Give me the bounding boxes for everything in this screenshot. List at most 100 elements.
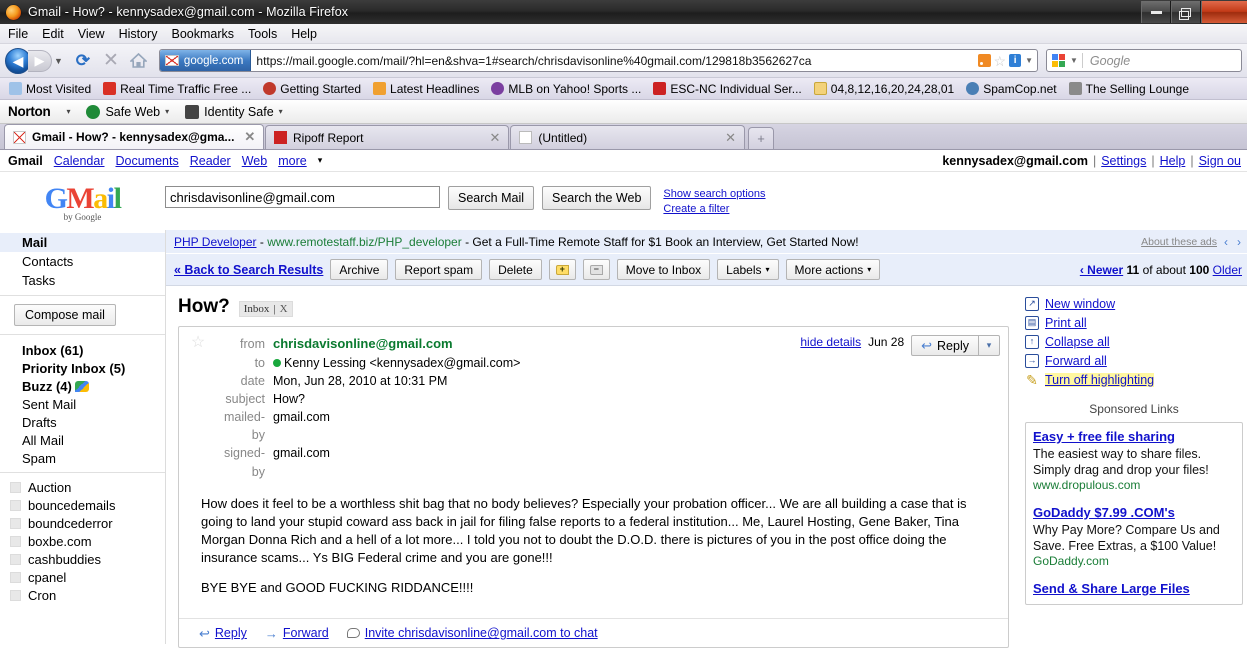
menu-tools[interactable]: Tools (248, 27, 277, 41)
ad-title-link[interactable]: PHP Developer (174, 235, 257, 249)
menu-edit[interactable]: Edit (42, 27, 64, 41)
close-button[interactable] (1201, 1, 1247, 23)
sidebar-label-bouncedemails[interactable]: bouncedemails (0, 496, 165, 514)
collapse-all-action[interactable]: ↑ Collapse all (1025, 332, 1243, 351)
menu-bookmarks[interactable]: Bookmarks (171, 27, 234, 41)
sidebar-item-mail[interactable]: Mail (0, 233, 165, 252)
restore-button[interactable] (1171, 1, 1201, 23)
sidebar-label-cashbuddies[interactable]: cashbuddies (0, 550, 165, 568)
tab-ripoff-report[interactable]: Ripoff Report ✕ (265, 125, 510, 149)
ad-url[interactable]: www.remotestaff.biz/PHP_developer (267, 235, 462, 249)
search-engine-chevron-icon[interactable]: ▼ (1070, 56, 1078, 65)
bookmark-most-visited[interactable]: Most Visited (5, 81, 95, 97)
norton-identity-safe-button[interactable]: Identity Safe ▾ (185, 104, 283, 119)
back-to-search-results-link[interactable]: « Back to Search Results (174, 263, 323, 277)
print-all-action[interactable]: ▤ Print all (1025, 313, 1243, 332)
create-filter-link[interactable]: Create a filter (663, 202, 765, 217)
more-actions-button[interactable]: More actions ▾ (785, 259, 881, 280)
site-identity-button[interactable]: google.com (159, 50, 252, 71)
older-link[interactable]: Older (1213, 263, 1242, 277)
newer-link[interactable]: ‹ Newer (1080, 263, 1123, 277)
menu-history[interactable]: History (119, 27, 158, 41)
sidebar-item-priority-inbox[interactable]: Priority Inbox (5) (0, 359, 165, 377)
sidebar-item-contacts[interactable]: Contacts (0, 252, 165, 271)
url-text[interactable]: https://mail.google.com/mail/?hl=en&shva… (251, 50, 973, 71)
move-to-inbox-button[interactable]: Move to Inbox (616, 259, 711, 280)
compose-mail-button[interactable]: Compose mail (14, 304, 116, 326)
ad-title[interactable]: Send & Share Large Files (1033, 581, 1235, 598)
sidebar-item-drafts[interactable]: Drafts (0, 413, 165, 431)
footer-invite-to-chat[interactable]: Invite chrisdavisonline@gmail.com to cha… (346, 626, 598, 640)
norton-chevron-icon[interactable]: ▾ (66, 107, 70, 116)
sidebar-item-buzz[interactable]: Buzz (4) (0, 377, 165, 395)
link-documents[interactable]: Documents (115, 154, 178, 168)
stop-button[interactable]: ✕ (99, 49, 123, 73)
bookmark-mlb-yahoo[interactable]: MLB on Yahoo! Sports ... (487, 81, 645, 97)
new-tab-button[interactable]: + (747, 127, 774, 149)
sidebar-item-spam[interactable]: Spam (0, 449, 165, 467)
forward-all-action[interactable]: → Forward all (1025, 351, 1243, 370)
add-label-button[interactable]: + (548, 259, 576, 280)
search-bar[interactable]: ▼ Google (1046, 49, 1242, 72)
sidebar-label-cron[interactable]: Cron (0, 586, 165, 604)
menu-view[interactable]: View (78, 27, 105, 41)
link-web[interactable]: Web (242, 154, 267, 168)
archive-button[interactable]: Archive (330, 259, 389, 280)
bookmark-getting-started[interactable]: Getting Started (259, 81, 365, 97)
about-these-ads-link[interactable]: About these ads (1141, 236, 1217, 248)
bookmark-star-icon[interactable]: ☆ (994, 54, 1007, 68)
menu-file[interactable]: File (8, 27, 28, 41)
more-chevron-icon[interactable]: ▾ (318, 155, 323, 166)
sidebar-item-tasks[interactable]: Tasks (0, 271, 165, 290)
gmail-logo[interactable]: GMail by Google (0, 180, 165, 223)
sidebar-label-boxbe[interactable]: boxbe.com (0, 532, 165, 550)
bookmark-spamcop[interactable]: SpamCop.net (962, 81, 1060, 97)
link-help[interactable]: Help (1160, 154, 1186, 168)
delete-button[interactable]: Delete (489, 259, 542, 280)
footer-reply-button[interactable]: ↩ Reply (199, 626, 247, 640)
chevron-down-icon[interactable]: ▼ (1025, 56, 1033, 65)
bookmark-selling-lounge[interactable]: The Selling Lounge (1065, 81, 1193, 97)
sidebar-item-sent-mail[interactable]: Sent Mail (0, 395, 165, 413)
history-dropdown-icon[interactable]: ▼ (54, 56, 63, 66)
hide-details-link[interactable]: hide details (800, 335, 861, 349)
info-icon[interactable]: i (1009, 54, 1022, 67)
home-button[interactable] (127, 49, 151, 73)
ad-next-icon[interactable]: › (1235, 235, 1243, 249)
ad-title[interactable]: Easy + free file sharing (1033, 429, 1235, 446)
search-mail-button[interactable]: Search Mail (448, 186, 534, 210)
search-input[interactable] (165, 186, 440, 208)
search-web-button[interactable]: Search the Web (542, 186, 652, 210)
link-calendar[interactable]: Calendar (54, 154, 105, 168)
link-more[interactable]: more (278, 154, 306, 168)
ad-title[interactable]: GoDaddy $7.99 .COM's (1033, 505, 1235, 522)
reply-dropdown-button[interactable]: ▾ (979, 335, 1000, 356)
report-spam-button[interactable]: Report spam (395, 259, 483, 280)
star-icon[interactable]: ☆ (185, 335, 211, 481)
sidebar-item-all-mail[interactable]: All Mail (0, 431, 165, 449)
link-reader[interactable]: Reader (190, 154, 231, 168)
footer-forward-button[interactable]: → Forward (265, 626, 329, 640)
tab-untitled[interactable]: (Untitled) ✕ (510, 125, 745, 149)
browser-search-input[interactable]: Google (1083, 54, 1241, 68)
link-settings[interactable]: Settings (1101, 154, 1146, 168)
chevron-down-icon[interactable]: ▾ (279, 107, 283, 116)
sponsored-ad[interactable]: Send & Share Large Files (1033, 581, 1235, 598)
sponsored-ad[interactable]: GoDaddy $7.99 .COM's Why Pay More? Compa… (1033, 505, 1235, 570)
reply-button[interactable]: ↩ Reply (911, 335, 979, 356)
show-search-options-link[interactable]: Show search options (663, 187, 765, 202)
url-bar[interactable]: google.com https://mail.google.com/mail/… (158, 49, 1038, 72)
turn-off-highlighting-action[interactable]: ✎ Turn off highlighting (1025, 370, 1243, 389)
chevron-down-icon[interactable]: ▾ (165, 107, 169, 116)
new-window-action[interactable]: ↗ New window (1025, 294, 1243, 313)
remove-label-button[interactable]: − (582, 259, 610, 280)
rss-feed-icon[interactable] (977, 54, 991, 67)
tab-close-icon[interactable]: ✕ (244, 129, 255, 145)
menu-help[interactable]: Help (291, 27, 317, 41)
sponsored-ad[interactable]: Easy + free file sharing The easiest way… (1033, 429, 1235, 494)
ad-prev-icon[interactable]: ‹ (1222, 235, 1230, 249)
sidebar-item-inbox[interactable]: Inbox (61) (0, 341, 165, 359)
sidebar-label-auction[interactable]: Auction (0, 478, 165, 496)
tab-close-icon[interactable]: ✕ (725, 130, 736, 146)
sidebar-label-cpanel[interactable]: cpanel (0, 568, 165, 586)
